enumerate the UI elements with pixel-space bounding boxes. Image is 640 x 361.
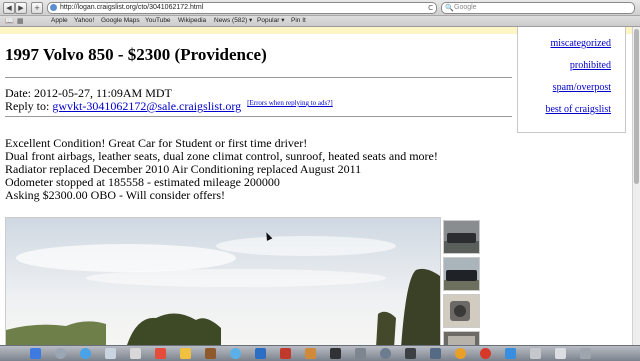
search-input[interactable]: 🔍 Google [441,2,635,14]
bookmark-item[interactable]: YouTube [145,16,171,26]
bookmark-item[interactable]: Apple [51,16,68,26]
safari-icon[interactable] [80,348,91,359]
reply-line: Reply to: gwvkt-3041062172@sale.craigsli… [5,99,333,114]
time-machine-icon[interactable] [380,348,391,359]
photo-booth-icon[interactable] [280,348,291,359]
reply-email-link[interactable]: gwvkt-3041062172@sale.craigslist.org [52,99,241,113]
interior-thumbnail-image [444,295,479,327]
trash-icon[interactable] [580,348,591,359]
bookmark-item[interactable]: Popular ▾ [257,16,284,26]
firefox-icon[interactable] [455,348,466,359]
activity-monitor-icon[interactable] [405,348,416,359]
bookmark-item[interactable]: Pin It [291,16,306,26]
app-store-icon[interactable] [255,348,266,359]
reload-icon[interactable]: C [428,3,433,13]
mail-icon[interactable] [105,348,116,359]
divider [5,116,512,117]
address-bar[interactable]: http://logan.craigslist.org/cto/30410621… [47,2,437,14]
dock [0,345,640,361]
app-icon[interactable] [505,348,516,359]
documents-icon[interactable] [555,348,566,359]
notes-icon[interactable] [180,348,191,359]
car-thumbnail-image [444,258,479,290]
car-photo-image [6,218,440,345]
bookmark-item[interactable]: News (582) ▾ [214,16,252,26]
globe-icon [50,4,57,11]
body-line: Asking $2300.00 OBO - Will consider offe… [5,188,226,202]
search-icon: 🔍 [445,4,454,12]
finder-icon[interactable] [30,348,41,359]
calendar-icon[interactable] [155,348,166,359]
errors-help-link[interactable]: [Errors when replying to ads?] [247,99,333,107]
terminal-icon[interactable] [330,348,341,359]
preferences-icon[interactable] [355,348,366,359]
thumbnail-photo[interactable] [443,294,480,328]
add-bookmark-button[interactable]: + [31,2,43,14]
divider [5,77,512,78]
thumbnail-photo[interactable] [443,331,480,345]
flag-box: miscategorized prohibited spam/overpost … [517,27,626,133]
page-content: 1997 Volvo 850 - $2300 (Providence) Date… [0,27,632,345]
car-thumbnail-image [444,221,479,253]
posting-body: Excellent Condition! Great Car for Stude… [5,137,438,202]
scrollbar-thumb[interactable] [634,29,639,184]
bookmarks-bar: 📖 ▦ Apple Yahoo! Google Maps YouTube Wik… [0,16,640,27]
best-of-craigslist-link[interactable]: best of craigslist [545,104,611,115]
reading-list-icon[interactable]: 📖 [5,17,14,25]
downloads-icon[interactable] [530,348,541,359]
reply-label: Reply to: [5,99,50,113]
browser-toolbar: ◀ ▶ + http://logan.craigslist.org/cto/30… [0,0,640,16]
bookmark-item[interactable]: Google Maps [101,16,140,26]
vertical-scrollbar[interactable] [632,27,640,345]
main-photo[interactable] [5,217,441,345]
ibooks-icon[interactable] [305,348,316,359]
chrome-icon[interactable] [480,348,491,359]
page-title: 1997 Volvo 850 - $2300 (Providence) [5,45,267,64]
bookmark-item[interactable]: Yahoo! [74,16,94,26]
launchpad-icon[interactable] [55,348,66,359]
bookmark-item[interactable]: Wikipedia [178,16,206,26]
grid-icon[interactable]: ▦ [17,17,24,25]
search-placeholder: Google [454,4,477,11]
thumbnail-photo[interactable] [443,220,480,254]
contacts-icon[interactable] [130,348,141,359]
interior-thumbnail-image [444,332,479,345]
flag-miscategorized-link[interactable]: miscategorized [550,38,611,49]
flag-spam-link[interactable]: spam/overpost [553,82,611,93]
flag-prohibited-link[interactable]: prohibited [570,60,611,71]
back-button[interactable]: ◀ [3,2,15,14]
itunes-icon[interactable] [230,348,241,359]
photos-icon[interactable] [205,348,216,359]
thumbnail-photo[interactable] [443,257,480,291]
utility-icon[interactable] [430,348,441,359]
url-text: http://logan.craigslist.org/cto/30410621… [60,4,204,11]
forward-button[interactable]: ▶ [15,2,27,14]
